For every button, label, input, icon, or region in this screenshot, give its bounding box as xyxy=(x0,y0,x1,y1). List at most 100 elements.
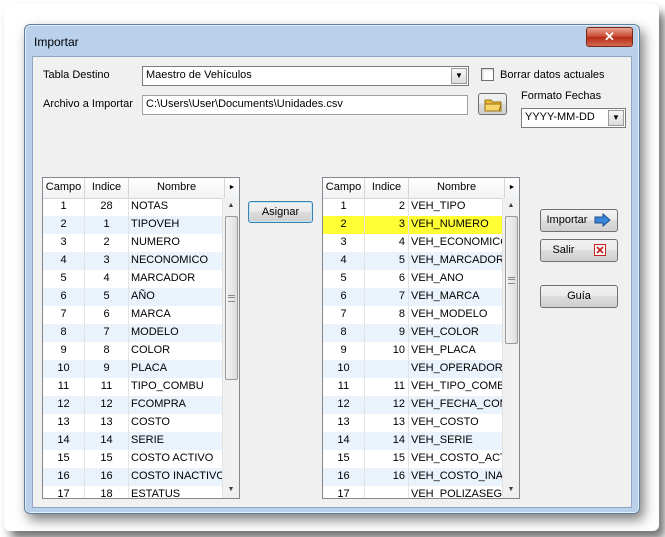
campo-cell[interactable]: 15 xyxy=(43,450,85,468)
indice-cell[interactable]: 5 xyxy=(85,288,129,306)
archivo-input[interactable]: C:\Users\User\Documents\Unidades.csv xyxy=(142,95,468,115)
nombre-cell[interactable]: NUMERO xyxy=(129,234,223,252)
table-row[interactable]: 9 8 COLOR xyxy=(43,342,223,360)
nombre-cell[interactable]: VEH_COLOR xyxy=(409,324,503,342)
indice-cell[interactable]: 9 xyxy=(85,360,129,378)
campo-cell[interactable]: 6 xyxy=(43,288,85,306)
indice-cell[interactable]: 14 xyxy=(365,432,409,450)
table-row[interactable]: 15 15 COSTO ACTIVO xyxy=(43,450,223,468)
nombre-cell[interactable]: PLACA xyxy=(129,360,223,378)
nombre-cell[interactable]: COSTO xyxy=(129,414,223,432)
nombre-cell[interactable]: VEH_TIPO xyxy=(409,198,503,216)
table-row[interactable]: 2 3 VEH_NUMERO xyxy=(323,216,503,234)
table-row[interactable]: 17 18 ESTATUS xyxy=(43,486,223,498)
nombre-cell[interactable]: TIPO_COMBU xyxy=(129,378,223,396)
table-row[interactable]: 12 12 VEH_FECHA_COMI xyxy=(323,396,503,414)
table-row[interactable]: 10 9 PLACA xyxy=(43,360,223,378)
campo-cell[interactable]: 12 xyxy=(43,396,85,414)
nombre-cell[interactable]: NECONOMICO xyxy=(129,252,223,270)
campo-cell[interactable]: 17 xyxy=(43,486,85,498)
campo-cell[interactable]: 1 xyxy=(43,198,85,216)
table-row[interactable]: 14 14 SERIE xyxy=(43,432,223,450)
nombre-cell[interactable]: COSTO ACTIVO xyxy=(129,450,223,468)
table-row[interactable]: 17 VEH_POLIZASEGU xyxy=(323,486,503,498)
indice-cell[interactable]: 13 xyxy=(85,414,129,432)
nombre-cell[interactable]: NOTAS xyxy=(129,198,223,216)
scroll-down-icon[interactable]: ▼ xyxy=(223,482,239,498)
campo-cell[interactable]: 1 xyxy=(323,198,365,216)
campo-cell[interactable]: 16 xyxy=(43,468,85,486)
table-row[interactable]: 11 11 VEH_TIPO_COMBU xyxy=(323,378,503,396)
indice-cell[interactable]: 7 xyxy=(365,288,409,306)
table-row[interactable]: 10 VEH_OPERADOR xyxy=(323,360,503,378)
target-fields-grid[interactable]: Campo Indice Nombre ► 1 2 VEH_TIPO 2 3 VEH_NU… xyxy=(322,177,520,499)
campo-cell[interactable]: 2 xyxy=(43,216,85,234)
table-row[interactable]: 13 13 COSTO xyxy=(43,414,223,432)
column-header-indice[interactable]: Indice xyxy=(85,178,129,198)
table-row[interactable]: 1 2 VEH_TIPO xyxy=(323,198,503,216)
nombre-cell[interactable]: VEH_COSTO_INAC xyxy=(409,468,503,486)
nombre-cell[interactable]: MODELO xyxy=(129,324,223,342)
campo-cell[interactable]: 10 xyxy=(323,360,365,378)
importar-button[interactable]: Importar xyxy=(540,209,618,232)
indice-cell[interactable]: 16 xyxy=(85,468,129,486)
table-row[interactable]: 3 4 VEH_ECONOMICO xyxy=(323,234,503,252)
asignar-button[interactable]: Asignar xyxy=(248,201,313,223)
nombre-cell[interactable]: VEH_TIPO_COMBU xyxy=(409,378,503,396)
source-fields-grid[interactable]: Campo Indice Nombre ► 1 28 NOTAS 2 1 TIPOVEH 3… xyxy=(42,177,240,499)
column-header-nombre[interactable]: Nombre xyxy=(129,178,225,198)
nombre-cell[interactable]: VEH_POLIZASEGU xyxy=(409,486,503,498)
nombre-cell[interactable]: VEH_ECONOMICO xyxy=(409,234,503,252)
campo-cell[interactable]: 13 xyxy=(323,414,365,432)
salir-button[interactable]: Salir xyxy=(540,239,618,262)
scroll-up-icon[interactable]: ▲ xyxy=(503,198,519,214)
table-row[interactable]: 9 10 VEH_PLACA xyxy=(323,342,503,360)
column-header-indice[interactable]: Indice xyxy=(365,178,409,198)
campo-cell[interactable]: 4 xyxy=(43,252,85,270)
indice-cell[interactable]: 15 xyxy=(85,450,129,468)
vertical-scrollbar[interactable]: ▲ ▼ xyxy=(222,198,239,498)
campo-cell[interactable]: 15 xyxy=(323,450,365,468)
campo-cell[interactable]: 2 xyxy=(323,216,365,234)
campo-cell[interactable]: 4 xyxy=(323,252,365,270)
campo-cell[interactable]: 10 xyxy=(43,360,85,378)
table-row[interactable]: 8 9 VEH_COLOR xyxy=(323,324,503,342)
campo-cell[interactable]: 6 xyxy=(323,288,365,306)
campo-cell[interactable]: 5 xyxy=(43,270,85,288)
browse-folder-button[interactable] xyxy=(478,93,507,115)
indice-cell[interactable]: 14 xyxy=(85,432,129,450)
indice-cell[interactable]: 8 xyxy=(85,342,129,360)
nombre-cell[interactable]: MARCADOR xyxy=(129,270,223,288)
indice-cell[interactable]: 1 xyxy=(85,216,129,234)
table-row[interactable]: 2 1 TIPOVEH xyxy=(43,216,223,234)
close-button[interactable]: ✕ xyxy=(586,27,633,47)
vertical-scrollbar[interactable]: ▲ ▼ xyxy=(502,198,519,498)
indice-cell[interactable]: 18 xyxy=(85,486,129,498)
scroll-thumb[interactable] xyxy=(225,216,238,380)
table-row[interactable]: 16 16 VEH_COSTO_INAC xyxy=(323,468,503,486)
table-row[interactable]: 12 12 FCOMPRA xyxy=(43,396,223,414)
indice-cell[interactable]: 9 xyxy=(365,324,409,342)
indice-cell[interactable]: 2 xyxy=(365,198,409,216)
column-header-nombre[interactable]: Nombre xyxy=(409,178,505,198)
header-scroll-right-icon[interactable]: ► xyxy=(225,178,239,198)
campo-cell[interactable]: 16 xyxy=(323,468,365,486)
indice-cell[interactable]: 7 xyxy=(85,324,129,342)
campo-cell[interactable]: 7 xyxy=(323,306,365,324)
table-row[interactable]: 4 5 VEH_MARCADOR xyxy=(323,252,503,270)
nombre-cell[interactable]: VEH_PLACA xyxy=(409,342,503,360)
nombre-cell[interactable]: COLOR xyxy=(129,342,223,360)
title-bar[interactable]: Importar ✕ xyxy=(25,25,639,57)
table-row[interactable]: 6 5 AÑO xyxy=(43,288,223,306)
campo-cell[interactable]: 5 xyxy=(323,270,365,288)
indice-cell[interactable]: 15 xyxy=(365,450,409,468)
indice-cell[interactable]: 4 xyxy=(365,234,409,252)
guia-button[interactable]: Guía xyxy=(540,285,618,308)
nombre-cell[interactable]: VEH_MODELO xyxy=(409,306,503,324)
indice-cell[interactable] xyxy=(365,360,409,378)
header-scroll-right-icon[interactable]: ► xyxy=(505,178,519,198)
nombre-cell[interactable]: AÑO xyxy=(129,288,223,306)
table-row[interactable]: 8 7 MODELO xyxy=(43,324,223,342)
campo-cell[interactable]: 7 xyxy=(43,306,85,324)
campo-cell[interactable]: 9 xyxy=(323,342,365,360)
